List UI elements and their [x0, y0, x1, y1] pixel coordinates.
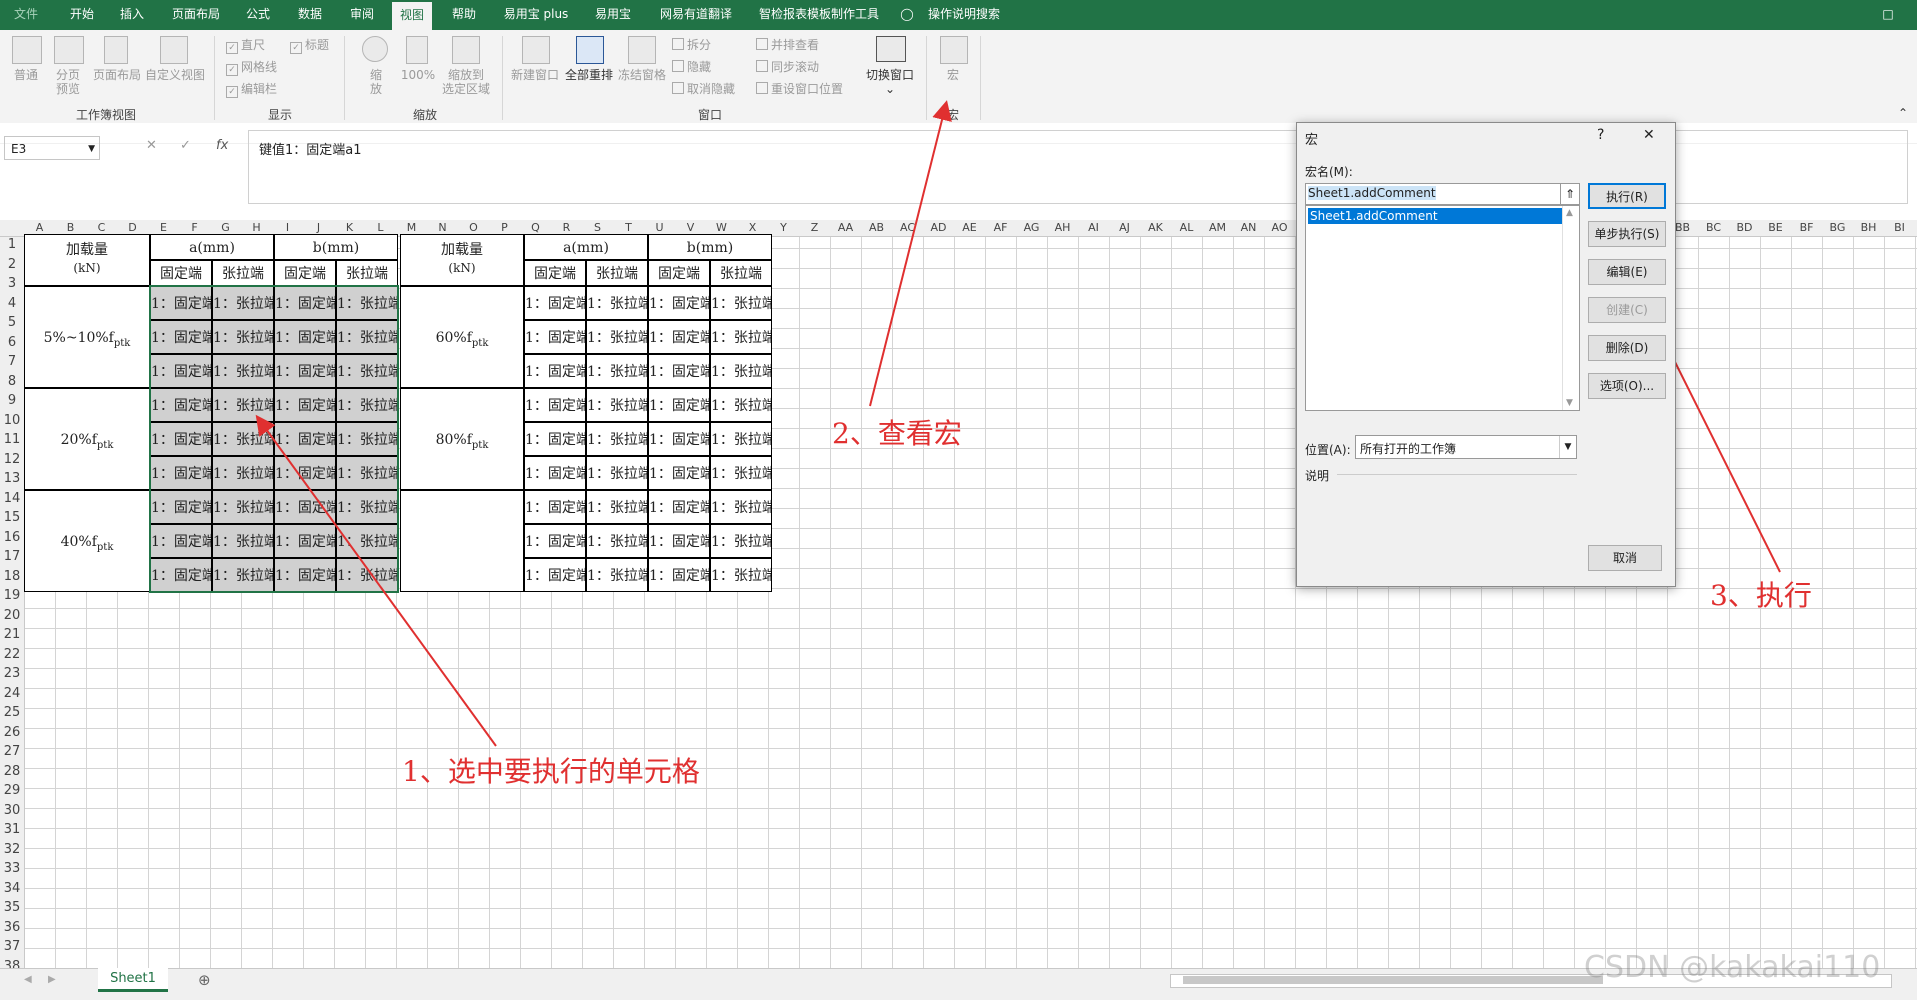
annotation-step1: 1、选中要执行的单元格	[402, 755, 700, 788]
up-arrow-icon[interactable]: ⇑	[1560, 184, 1579, 204]
watermark: CSDN @kakakai110	[1584, 950, 1881, 985]
edit-button[interactable]: 编辑(E)	[1588, 259, 1666, 285]
next-sheet-icon[interactable]: ▶	[48, 974, 56, 985]
arrow-step2	[869, 100, 952, 407]
options-button[interactable]: 选项(O)...	[1588, 373, 1666, 399]
add-sheet-icon[interactable]: ⊕	[198, 971, 211, 989]
scroll-up-icon[interactable]: ▲	[1566, 208, 1573, 218]
annotation-step2: 2、查看宏	[832, 417, 962, 450]
macro-name-input[interactable]: Sheet1.addComment ⇑	[1305, 183, 1580, 205]
close-icon[interactable]: ✕	[1643, 127, 1655, 143]
step-into-button[interactable]: 单步执行(S)	[1588, 221, 1666, 247]
macro-dialog: 宏 ? ✕ 宏名(M): Sheet1.addComment ⇑ Sheet1.…	[1296, 122, 1676, 587]
scroll-down-icon[interactable]: ▼	[1566, 398, 1573, 408]
create-button[interactable]: 创建(C)	[1588, 297, 1666, 323]
annotation-step3: 3、执行	[1710, 579, 1812, 612]
delete-button[interactable]: 删除(D)	[1588, 335, 1666, 361]
macro-name-label: 宏名(M):	[1305, 165, 1353, 179]
arrow-step1	[255, 414, 497, 747]
description-label: 说明	[1305, 469, 1330, 483]
cancel-button[interactable]: 取消	[1588, 545, 1662, 571]
scrollbar-thumb[interactable]	[1183, 976, 1603, 984]
prev-sheet-icon[interactable]: ◀	[24, 974, 32, 985]
macro-list[interactable]: Sheet1.addComment ▲ ▼	[1305, 205, 1580, 411]
run-button[interactable]: 执行(R)	[1588, 183, 1666, 209]
sheet-tab[interactable]: Sheet1	[98, 968, 168, 992]
location-label: 位置(A):	[1305, 443, 1351, 457]
status-bar	[0, 992, 1917, 1000]
divider	[1337, 474, 1577, 475]
dialog-title: 宏	[1305, 133, 1319, 148]
help-icon[interactable]: ?	[1597, 127, 1604, 143]
location-select[interactable]: 所有打开的工作簿 ▼	[1355, 435, 1577, 459]
chevron-down-icon[interactable]: ▼	[1559, 436, 1576, 458]
list-scrollbar[interactable]: ▲ ▼	[1562, 206, 1579, 410]
list-item[interactable]: Sheet1.addComment	[1308, 208, 1562, 224]
